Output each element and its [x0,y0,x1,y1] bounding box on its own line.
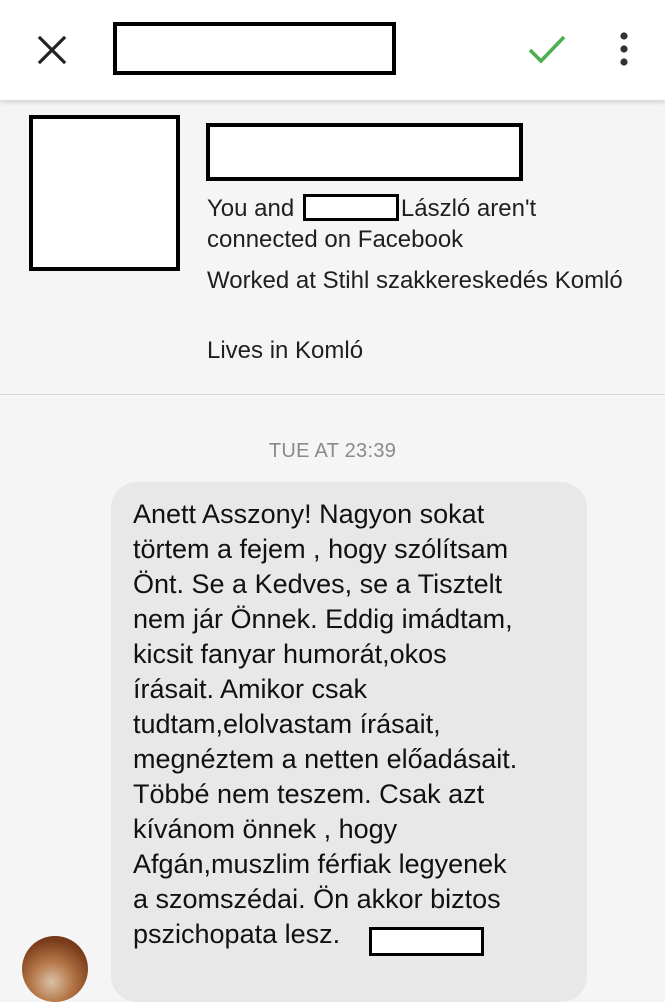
redacted-message-fragment [369,927,484,956]
more-vert-icon[interactable] [607,26,641,72]
sender-avatar[interactable] [22,936,88,1002]
message-text: Anett Asszony! Nagyon sokat törtem a fej… [133,499,518,949]
profile-card: You and László aren't connected on Faceb… [0,101,665,395]
connection-status: You and László aren't connected on Faceb… [207,193,647,255]
redacted-name-fragment [302,194,399,221]
redacted-profile-picture[interactable] [29,115,180,271]
work-info: Worked at Stihl szakkereskedés Komló [207,267,623,294]
redacted-title [113,22,396,75]
top-bar [0,0,665,101]
message-timestamp: TUE AT 23:39 [268,440,397,462]
redacted-profile-name[interactable] [206,123,523,181]
location-info: Lives in Komló [207,337,364,364]
check-icon[interactable] [524,26,570,72]
close-icon[interactable] [30,28,74,72]
connection-text-start: You and [207,195,301,222]
